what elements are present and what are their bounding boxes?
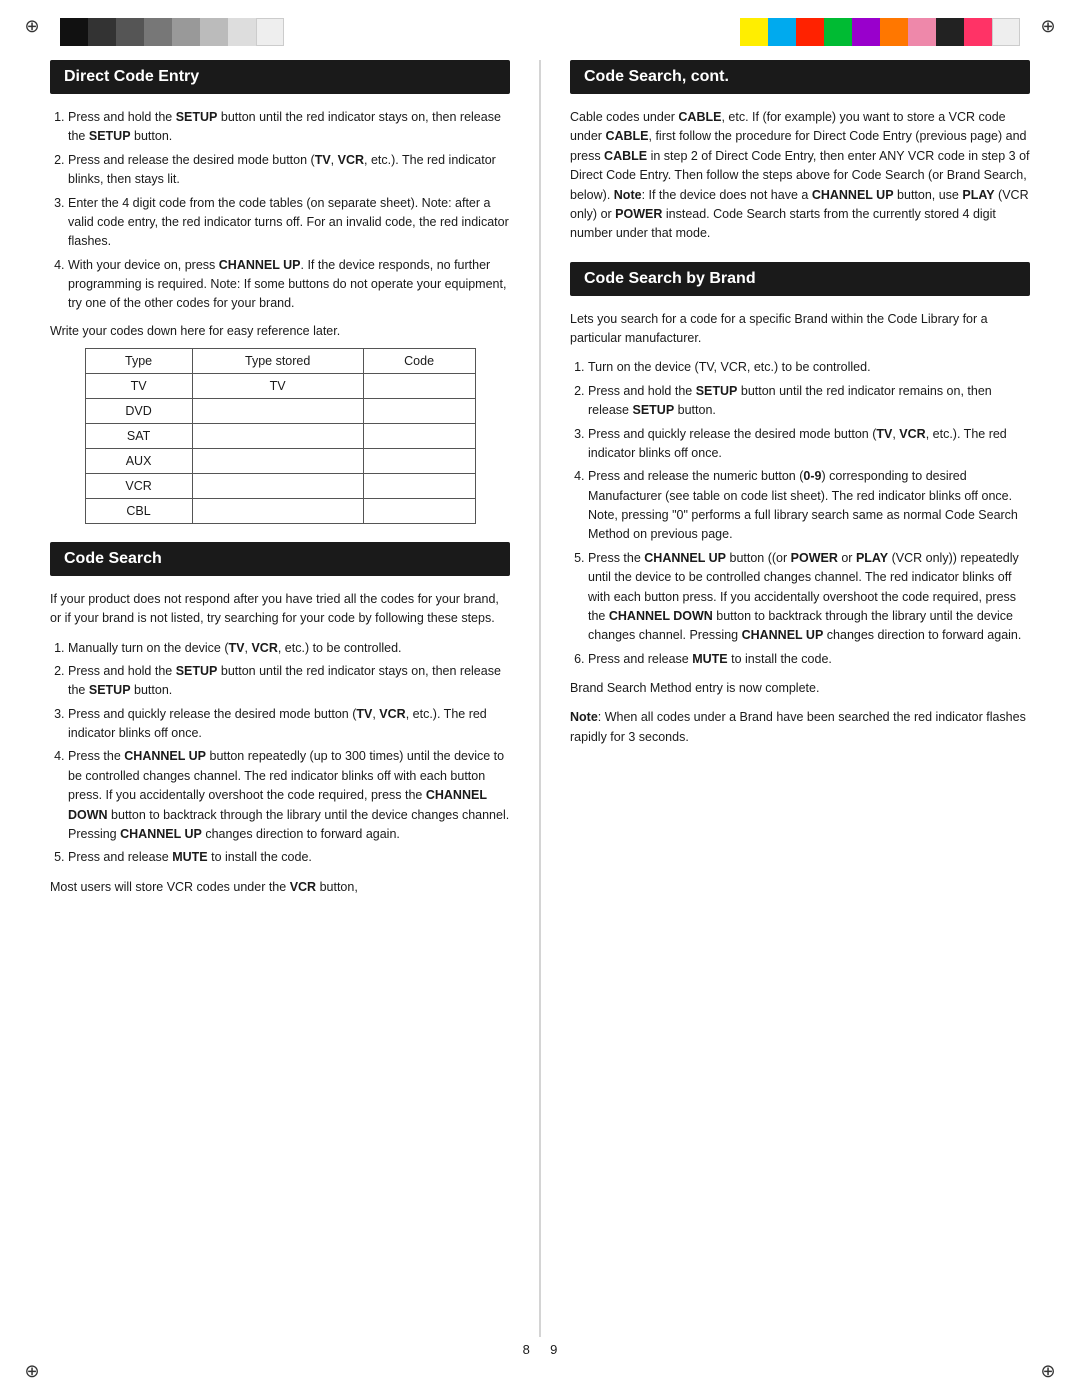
code-search-cont-section: Code Search, cont. Cable codes under CAB… [570, 60, 1030, 244]
code-tv [363, 373, 475, 398]
code-aux [363, 448, 475, 473]
code-vcr [363, 473, 475, 498]
step-3: Enter the 4 digit code from the code tab… [68, 194, 510, 252]
step-2: Press and release the desired mode butto… [68, 151, 510, 190]
corner-mark-br: ⊕ [1036, 1359, 1060, 1383]
table-row: DVD [85, 398, 475, 423]
corner-mark-tr: ⊕ [1036, 14, 1060, 38]
type-cbl: CBL [85, 498, 192, 523]
type-dvd: DVD [85, 398, 192, 423]
csb-step-4: Press and release the numeric button (0-… [588, 467, 1030, 545]
page-container: ⊕ ⊕ ⊕ ⊕ Direct Code Entry [0, 0, 1080, 1397]
code-search-cont-body: Cable codes under CABLE, etc. If (for ex… [570, 108, 1030, 244]
table-row: TV TV [85, 373, 475, 398]
col-code: Code [363, 348, 475, 373]
csb-step-3: Press and quickly release the desired mo… [588, 425, 1030, 464]
code-search-cont-header: Code Search, cont. [570, 60, 1030, 94]
color-bar-right [740, 18, 1020, 46]
center-divider [540, 60, 541, 1337]
code-dvd [363, 398, 475, 423]
type-aux: AUX [85, 448, 192, 473]
stored-aux [192, 448, 363, 473]
cs-step-4: Press the CHANNEL UP button repeatedly (… [68, 747, 510, 844]
table-header-row: Type Type stored Code [85, 348, 475, 373]
stored-tv: TV [192, 373, 363, 398]
code-search-steps: Manually turn on the device (TV, VCR, et… [50, 639, 510, 868]
code-search-by-brand-steps: Turn on the device (TV, VCR, etc.) to be… [570, 358, 1030, 669]
corner-mark-tl: ⊕ [20, 14, 44, 38]
csb-step-5: Press the CHANNEL UP button ((or POWER o… [588, 549, 1030, 646]
color-bar-left [60, 18, 284, 46]
table-row: CBL [85, 498, 475, 523]
code-search-section: Code Search If your product does not res… [50, 542, 510, 897]
step-4: With your device on, press CHANNEL UP. I… [68, 256, 510, 314]
table-row: VCR [85, 473, 475, 498]
table-row: AUX [85, 448, 475, 473]
stored-cbl [192, 498, 363, 523]
brand-complete-text: Brand Search Method entry is now complet… [570, 679, 1030, 698]
csb-step-1: Turn on the device (TV, VCR, etc.) to be… [588, 358, 1030, 377]
type-sat: SAT [85, 423, 192, 448]
code-search-by-brand-header: Code Search by Brand [570, 262, 1030, 296]
csb-step-2: Press and hold the SETUP button until th… [588, 382, 1030, 421]
direct-code-entry-steps: Press and hold the SETUP button until th… [50, 108, 510, 314]
stored-dvd [192, 398, 363, 423]
code-search-header: Code Search [50, 542, 510, 576]
direct-code-entry-section: Direct Code Entry Press and hold the SET… [50, 60, 510, 524]
brand-note-text: Note: When all codes under a Brand have … [570, 708, 1030, 747]
ref-text: Write your codes down here for easy refe… [50, 324, 510, 338]
right-column: Code Search, cont. Cable codes under CAB… [540, 60, 1030, 1337]
page-number-right: 9 [550, 1342, 557, 1357]
col-type: Type [85, 348, 192, 373]
cs-step-5: Press and release MUTE to install the co… [68, 848, 510, 867]
col-type-stored: Type stored [192, 348, 363, 373]
stored-sat [192, 423, 363, 448]
page-number-left: 8 [523, 1342, 530, 1357]
type-vcr: VCR [85, 473, 192, 498]
cs-step-2: Press and hold the SETUP button until th… [68, 662, 510, 701]
left-column: Direct Code Entry Press and hold the SET… [50, 60, 540, 1337]
code-search-by-brand-section: Code Search by Brand Lets you search for… [570, 262, 1030, 748]
code-search-by-brand-intro: Lets you search for a code for a specifi… [570, 310, 1030, 349]
code-cbl [363, 498, 475, 523]
table-row: SAT [85, 423, 475, 448]
csb-step-6: Press and release MUTE to install the co… [588, 650, 1030, 669]
code-search-intro: If your product does not respond after y… [50, 590, 510, 629]
code-sat [363, 423, 475, 448]
type-tv: TV [85, 373, 192, 398]
code-search-footer: Most users will store VCR codes under th… [50, 878, 510, 897]
cs-step-3: Press and quickly release the desired mo… [68, 705, 510, 744]
stored-vcr [192, 473, 363, 498]
code-table: Type Type stored Code TV TV DVD [85, 348, 476, 524]
corner-mark-bl: ⊕ [20, 1359, 44, 1383]
cs-step-1: Manually turn on the device (TV, VCR, et… [68, 639, 510, 658]
direct-code-entry-header: Direct Code Entry [50, 60, 510, 94]
step-1: Press and hold the SETUP button until th… [68, 108, 510, 147]
